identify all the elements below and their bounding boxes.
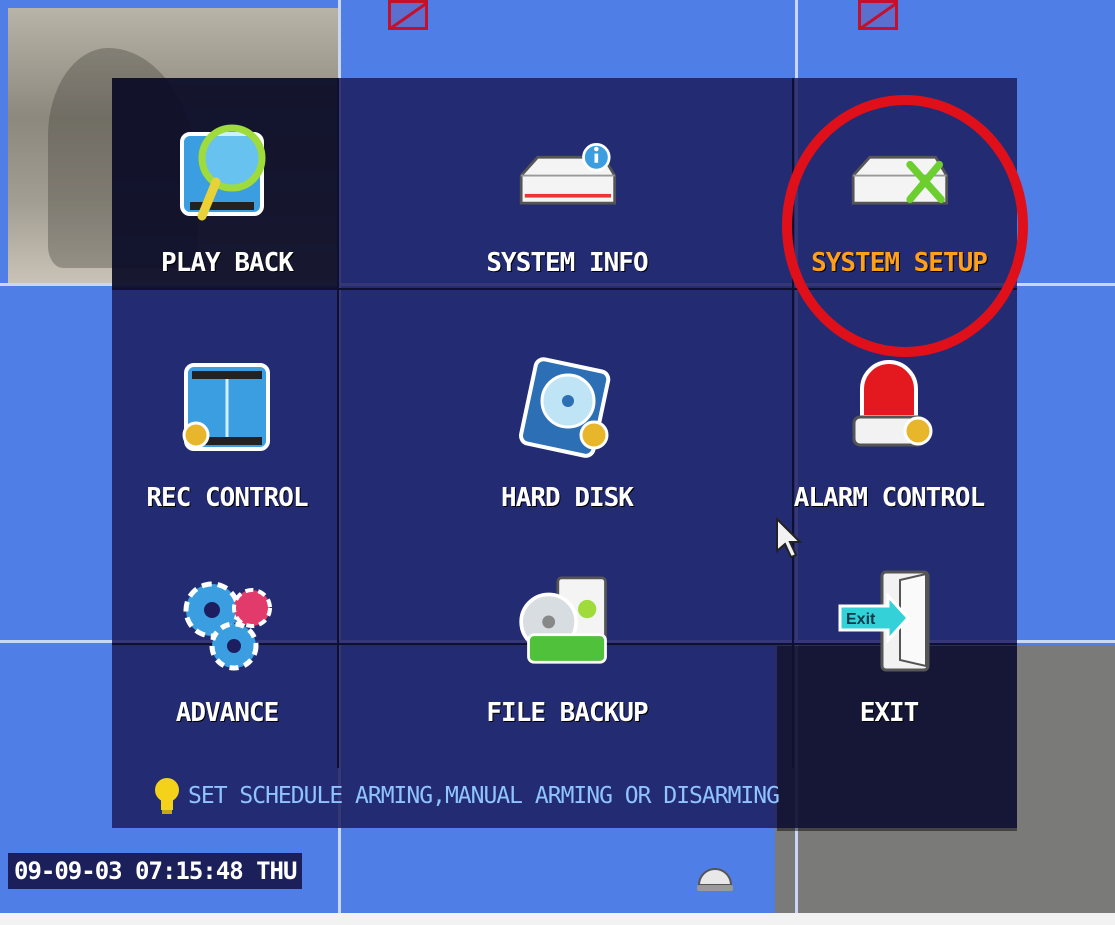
dome-camera-icon <box>697 868 733 891</box>
hint-text: SET SCHEDULE ARMING,MANUAL ARMING OR DIS… <box>188 783 780 809</box>
menu-label: REC CONTROL <box>146 483 308 513</box>
exit-door-icon: Exit <box>834 566 944 676</box>
hint-bar: SET SCHEDULE ARMING,MANUAL ARMING OR DIS… <box>152 776 780 816</box>
grid-divider <box>112 288 1017 290</box>
hard-disk-icon <box>512 351 622 461</box>
system-info-device-icon <box>512 116 622 226</box>
menu-label: SYSTEM INFO <box>486 248 648 278</box>
menu-item-rec-control[interactable]: REC CONTROL <box>82 323 372 523</box>
menu-item-system-setup[interactable]: SYSTEM SETUP <box>754 88 1044 288</box>
menu-item-play-back[interactable]: PLAY BACK <box>82 88 372 288</box>
rec-control-film-icon <box>172 351 282 461</box>
alarm-siren-icon <box>834 351 944 461</box>
menu-label: HARD DISK <box>501 483 634 513</box>
menu-label: EXIT <box>859 698 920 728</box>
file-backup-disc-icon <box>512 566 622 676</box>
menu-label: PLAY BACK <box>161 248 294 278</box>
bottom-border <box>0 913 1115 925</box>
menu-label: ADVANCE <box>175 698 280 728</box>
menu-item-alarm-control[interactable]: ALARM CONTROL <box>744 323 1034 523</box>
advance-gears-icon <box>172 566 282 676</box>
menu-item-file-backup[interactable]: FILE BACKUP <box>422 538 712 738</box>
menu-item-system-info[interactable]: SYSTEM INFO <box>422 88 712 288</box>
datetime-display: 09-09-03 07:15:48 THU <box>8 853 303 889</box>
menu-item-exit[interactable]: Exit EXIT <box>744 538 1034 738</box>
no-video-icon <box>388 0 428 30</box>
menu-label-selected: SYSTEM SETUP <box>811 248 988 278</box>
menu-item-advance[interactable]: ADVANCE <box>82 538 372 738</box>
lightbulb-icon <box>155 778 179 814</box>
playback-film-magnifier-icon <box>172 116 282 226</box>
menu-label: FILE BACKUP <box>486 698 648 728</box>
menu-item-hard-disk[interactable]: HARD DISK <box>422 323 712 523</box>
exit-sign-text: Exit <box>846 611 876 628</box>
menu-label: ALARM CONTROL <box>793 483 985 513</box>
system-setup-tools-icon <box>844 116 954 226</box>
main-menu-panel: PLAY BACK SYSTEM INFO SYSTEM SETUP REC C… <box>112 78 1017 831</box>
no-video-icon <box>858 0 898 30</box>
mouse-cursor-icon <box>776 517 803 559</box>
